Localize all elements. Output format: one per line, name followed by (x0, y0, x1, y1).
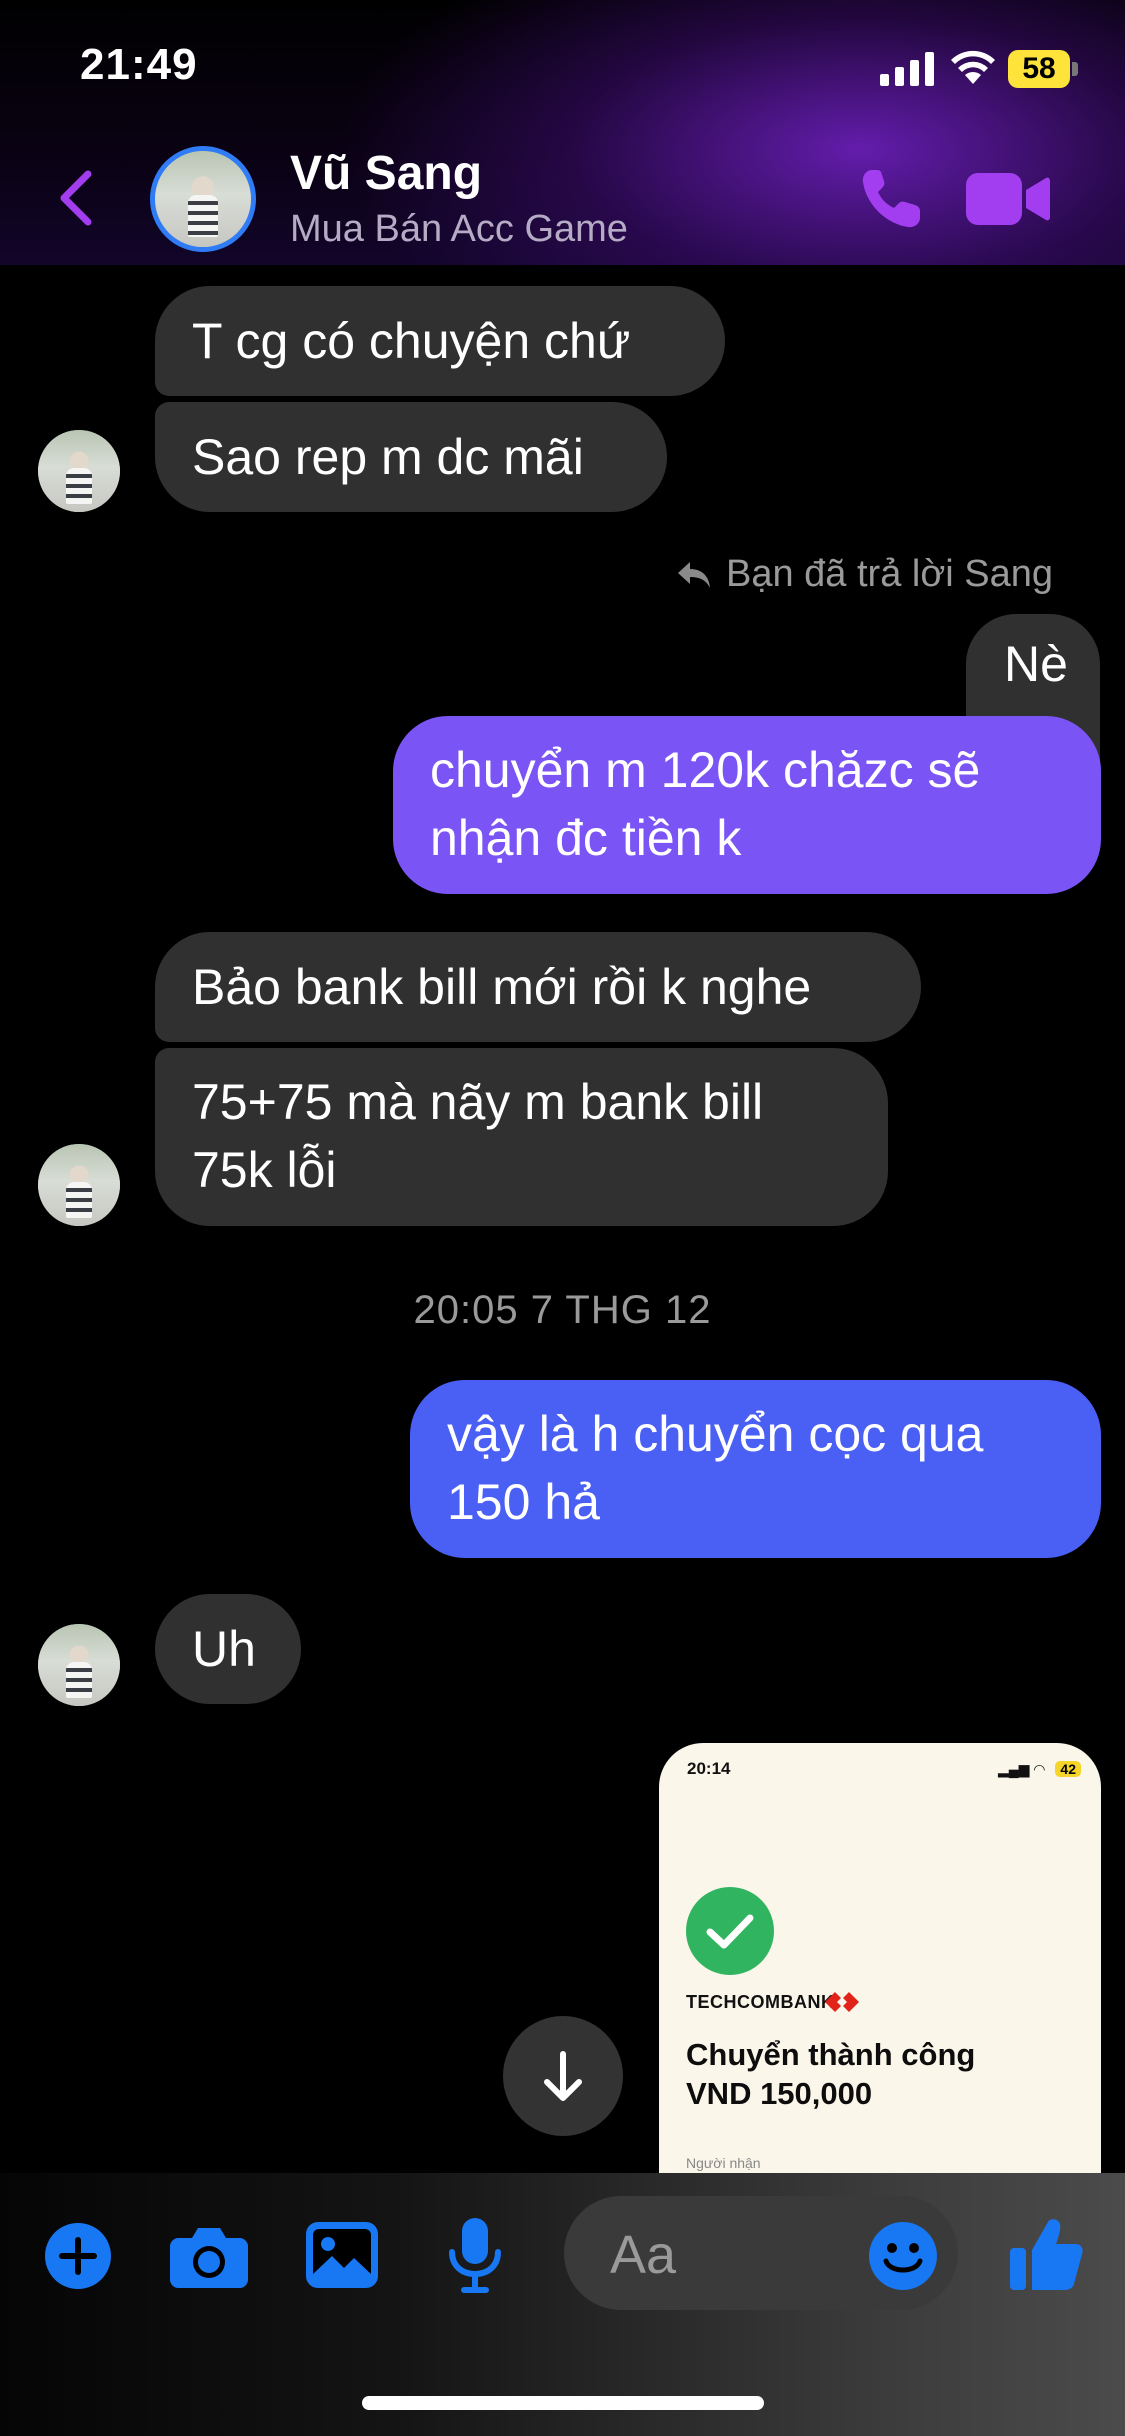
contact-subtitle: Mua Bán Acc Game (290, 208, 628, 250)
wifi-icon (951, 50, 995, 84)
timestamp-divider: 20:05 7 THG 12 (413, 1288, 712, 1332)
reply-note-text: Bạn đã trả lời Sang (726, 553, 1054, 595)
image-battery: 42 (1055, 1761, 1081, 1777)
phone-call-icon[interactable] (858, 166, 924, 232)
message-line: 75k lỗi (192, 1142, 337, 1198)
incoming-message[interactable]: Uh (155, 1594, 301, 1704)
incoming-message[interactable]: Sao rep m dc mãi (155, 402, 667, 512)
message-line: chuyển m 120k chăzc sẽ (430, 742, 981, 798)
shared-image-attachment[interactable]: 20:14 ▂▄▆ ◠ 42 TECHCOMBANK Chuyển thành … (659, 1743, 1101, 2173)
bank-name: TECHCOMBANK (686, 1992, 835, 2012)
battery-indicator: 58 (1008, 50, 1078, 88)
transfer-status: Chuyển thành công (686, 2037, 976, 2072)
contact-avatar[interactable] (150, 146, 256, 252)
battery-level: 58 (1008, 50, 1070, 88)
gallery-icon[interactable] (306, 2222, 378, 2288)
outgoing-message[interactable]: chuyển m 120k chăzc sẽ nhận đc tiền k (393, 716, 1101, 894)
camera-icon[interactable] (170, 2224, 248, 2288)
reply-arrow-icon (678, 562, 710, 588)
incoming-message[interactable]: Bảo bank bill mới rồi k nghe (155, 932, 921, 1042)
home-indicator (362, 2396, 764, 2410)
reply-indicator: Bạn đã trả lời Sang (676, 553, 1053, 596)
sender-avatar[interactable] (38, 1624, 120, 1706)
incoming-message[interactable]: T cg có chuyện chứ (155, 286, 725, 396)
emoji-icon[interactable] (868, 2221, 938, 2291)
sender-avatar[interactable] (38, 1144, 120, 1226)
recipient-label: Người nhận (686, 2155, 761, 2171)
status-time: 21:49 (80, 40, 198, 89)
thumbs-up-icon[interactable] (1010, 2216, 1084, 2292)
message-line: 75+75 mà nãy m bank bill (192, 1074, 764, 1130)
microphone-icon[interactable] (446, 2218, 504, 2294)
transfer-amount: VND 150,000 (686, 2076, 873, 2111)
video-call-icon[interactable] (966, 170, 1050, 228)
cellular-signal-icon (880, 52, 934, 86)
bank-logo-icon (825, 1992, 859, 2012)
message-line: 150 hả (447, 1474, 600, 1530)
image-status-time: 20:14 (687, 1759, 731, 1778)
success-check-icon (686, 1887, 774, 1975)
plus-icon[interactable] (44, 2222, 112, 2290)
message-input-placeholder[interactable]: Aa (610, 2224, 676, 2286)
incoming-message[interactable]: 75+75 mà nãy m bank bill 75k lỗi (155, 1048, 888, 1226)
image-status-icons: ▂▄▆ ◠ 42 (998, 1761, 1081, 1778)
contact-name[interactable]: Vũ Sang (290, 146, 482, 201)
outgoing-message[interactable]: vậy là h chuyển cọc qua 150 hả (410, 1380, 1101, 1558)
sender-avatar[interactable] (38, 430, 120, 512)
arrow-down-icon (544, 2051, 582, 2101)
back-chevron-icon[interactable] (54, 168, 98, 228)
message-line: nhận đc tiền k (430, 810, 742, 866)
scroll-to-bottom-button[interactable] (503, 2016, 623, 2136)
message-line: vậy là h chuyển cọc qua (447, 1406, 984, 1462)
